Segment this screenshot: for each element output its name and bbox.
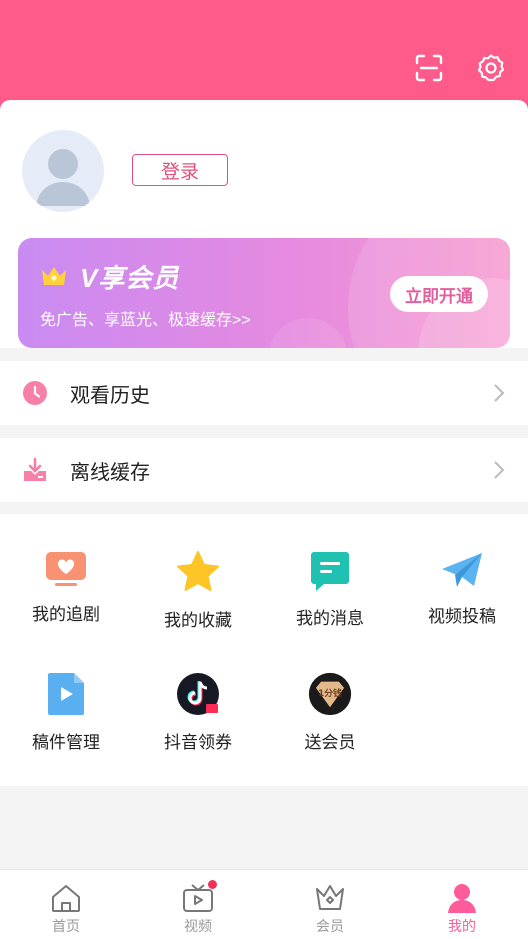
grid-item-label: 稿件管理 [32, 733, 100, 752]
grid-item-manage[interactable]: 稿件管理 [0, 636, 132, 752]
video-file-icon [44, 672, 88, 716]
profile-card: 登录 V享会员 免广告、享蓝光、极速缓存>> 立即开通 [0, 100, 528, 348]
notification-dot [208, 880, 217, 889]
home-icon [49, 882, 83, 914]
tv-heart-icon [44, 550, 88, 588]
tab-label: 我的 [448, 918, 476, 934]
grid-item-upload[interactable]: 视频投稿 [396, 514, 528, 626]
one-fen-text: 1分钱 [318, 687, 342, 699]
tab-label: 首页 [52, 918, 80, 934]
watch-history-label: 观看历史 [70, 384, 150, 407]
grid-item-label: 送会员 [304, 733, 356, 752]
tab-video[interactable]: 视频 [132, 870, 264, 939]
grid-item-messages[interactable]: 我的消息 [264, 514, 396, 628]
login-button[interactable]: 登录 [132, 154, 228, 186]
scan-icon[interactable] [414, 52, 444, 84]
bottom-tab-bar: 首页 视频 会员 我的 [0, 869, 528, 939]
one-fen-icon: 1分钱 [308, 672, 352, 716]
grid-item-my-series[interactable]: 我的追剧 [0, 514, 132, 624]
douyin-icon [176, 672, 220, 716]
tab-mine[interactable]: 我的 [396, 870, 528, 939]
offline-cache-row[interactable]: 离线缓存 [0, 438, 528, 502]
watch-history-row[interactable]: 观看历史 [0, 361, 528, 425]
banner-decoration [268, 318, 348, 348]
avatar[interactable] [22, 130, 104, 212]
crown-outline-icon [313, 882, 347, 914]
grid-item-label: 我的追剧 [32, 605, 100, 624]
grid-item-favorites[interactable]: 我的收藏 [132, 514, 264, 630]
gear-icon[interactable] [476, 52, 506, 84]
paper-plane-icon [440, 550, 484, 590]
tab-vip[interactable]: 会员 [264, 870, 396, 939]
chevron-right-icon [492, 383, 506, 403]
user-icon [445, 882, 479, 914]
crown-icon [40, 264, 68, 288]
tab-home[interactable]: 首页 [0, 870, 132, 939]
download-icon [22, 457, 48, 483]
grid-item-douyin-coupon[interactable]: 抖音领券 [132, 636, 264, 752]
tab-label: 视频 [184, 918, 212, 934]
grid-item-label: 视频投稿 [428, 607, 496, 626]
message-icon [308, 550, 352, 592]
tab-label: 会员 [316, 918, 344, 934]
grid-item-label: 抖音领券 [164, 733, 232, 752]
vip-title: V享会员 [80, 263, 180, 293]
vip-subtitle[interactable]: 免广告、享蓝光、极速缓存>> [40, 306, 251, 330]
grid-item-gift-vip[interactable]: 1分钱 送会员 [264, 636, 396, 752]
clock-icon [22, 380, 48, 406]
grid-item-label: 我的消息 [296, 609, 364, 628]
video-tv-icon [181, 880, 217, 914]
offline-cache-label: 离线缓存 [70, 461, 150, 484]
star-icon [176, 550, 220, 594]
grid-item-label: 我的收藏 [164, 611, 232, 630]
vip-banner[interactable]: V享会员 免广告、享蓝光、极速缓存>> 立即开通 [18, 238, 510, 348]
chevron-right-icon [492, 460, 506, 480]
feature-grid: 我的追剧 我的收藏 我的消息 视频投稿 稿件管理 抖音领券 1分钱 送会员 [0, 514, 528, 786]
vip-open-button[interactable]: 立即开通 [390, 276, 488, 312]
